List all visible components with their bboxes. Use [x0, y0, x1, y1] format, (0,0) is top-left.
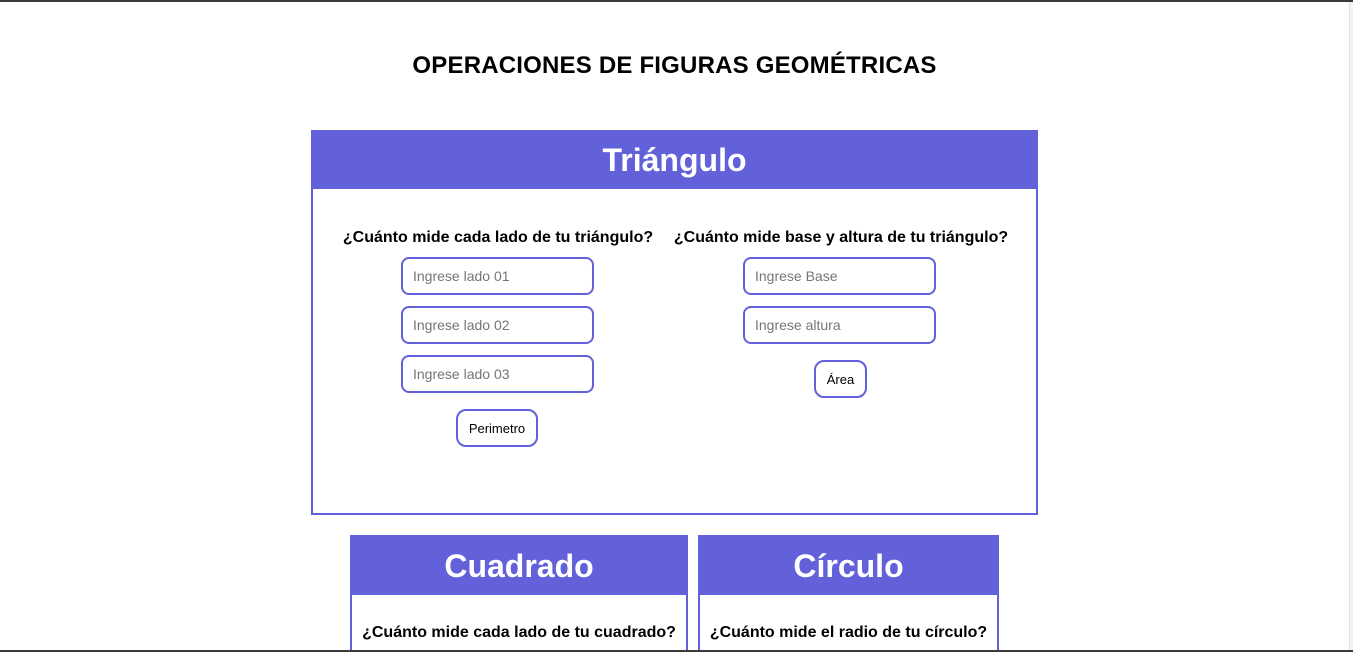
- triangle-base-input[interactable]: [743, 257, 936, 295]
- scrollbar[interactable]: [1349, 2, 1353, 650]
- triangle-height-input[interactable]: [743, 306, 936, 344]
- window-top-border: [0, 0, 1353, 2]
- triangle-area-button[interactable]: Área: [814, 360, 867, 398]
- square-card-title: Cuadrado: [352, 537, 686, 595]
- browser-viewport: OPERACIONES DE FIGURAS GEOMÉTRICAS Trián…: [0, 0, 1353, 652]
- triangle-side-2-input[interactable]: [401, 306, 594, 344]
- triangle-card: Triángulo ¿Cuánto mide cada lado de tu t…: [311, 130, 1038, 515]
- circle-question: ¿Cuánto mide el radio de tu círculo?: [709, 624, 988, 641]
- circle-card: Círculo ¿Cuánto mide el radio de tu círc…: [698, 535, 999, 652]
- page-title: OPERACIONES DE FIGURAS GEOMÉTRICAS: [412, 52, 937, 79]
- triangle-area-question: ¿Cuánto mide base y altura de tu triángu…: [673, 229, 1009, 246]
- square-question: ¿Cuánto mide cada lado de tu cuadrado?: [362, 624, 676, 641]
- triangle-perimeter-button[interactable]: Perimetro: [456, 409, 538, 447]
- square-card: Cuadrado ¿Cuánto mide cada lado de tu cu…: [350, 535, 688, 652]
- triangle-side-1-input[interactable]: [401, 257, 594, 295]
- triangle-perimeter-question: ¿Cuánto mide cada lado de tu triángulo?: [342, 229, 654, 246]
- circle-card-title: Círculo: [700, 537, 997, 595]
- triangle-side-3-input[interactable]: [401, 355, 594, 393]
- triangle-card-title: Triángulo: [313, 132, 1036, 189]
